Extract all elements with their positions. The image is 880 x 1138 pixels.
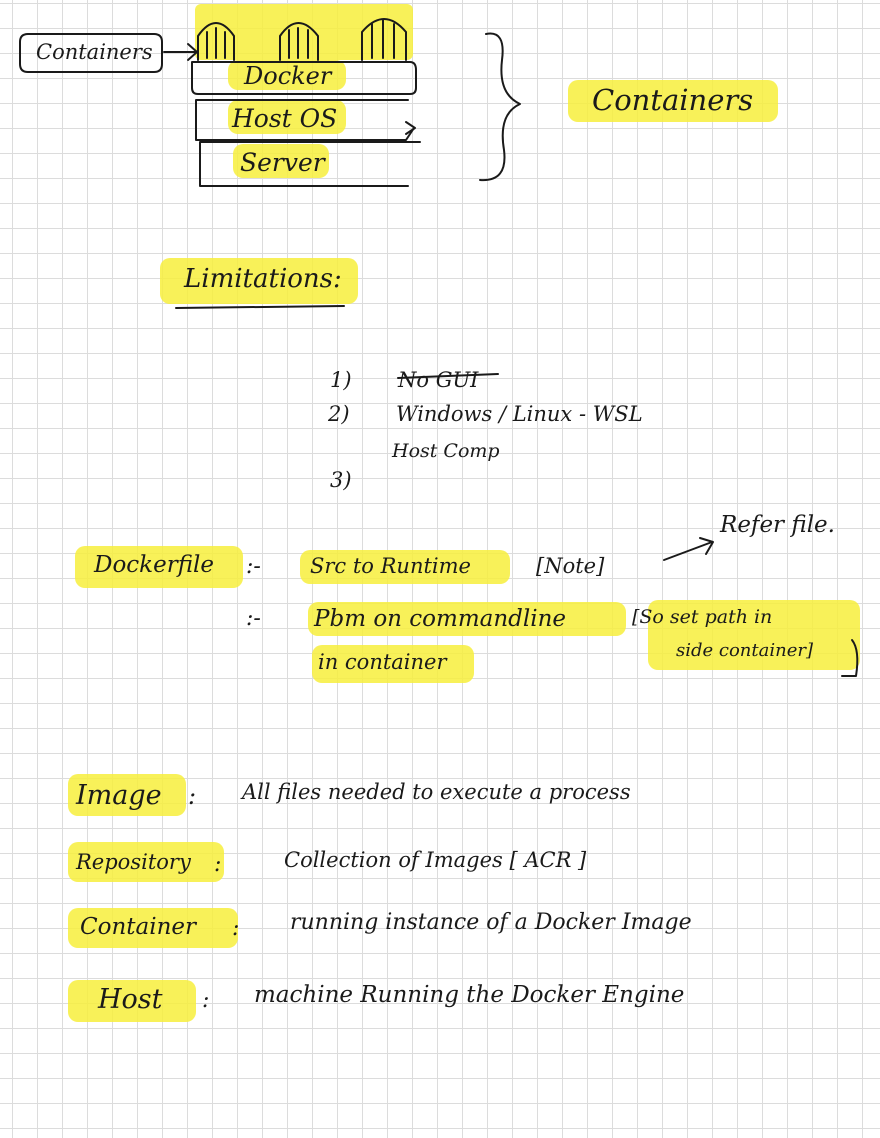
limitation-number: 1) — [330, 368, 352, 392]
dockerfile-separator: :- — [246, 606, 261, 631]
dockerfile-point-note: [So set path in — [632, 606, 773, 628]
definition-term: Image — [76, 780, 162, 811]
definition-term: Host — [98, 984, 163, 1015]
dockerfile-label: Dockerfile — [94, 552, 215, 578]
definition-term: Container — [80, 914, 196, 940]
definition-text: Collection of Images [ ACR ] — [284, 848, 587, 872]
dockerfile-point-text: in container — [318, 650, 447, 674]
limitation-number: 3) — [330, 468, 352, 492]
limitation-text: Windows / Linux - WSL — [396, 402, 643, 426]
callout-arrow — [163, 43, 198, 61]
brace-label: Containers — [592, 83, 754, 117]
docker-layer-label: Docker — [244, 62, 332, 90]
limitation-number: 2) — [328, 402, 350, 426]
dockerfile-point-note: side container] — [676, 640, 813, 661]
refer-arrow — [663, 537, 714, 561]
dockerfile-point-note: [Note] — [536, 554, 605, 578]
definition-text: machine Running the Docker Engine — [254, 982, 685, 1008]
definition-term: Repository — [76, 850, 191, 874]
refer-file-note: Refer file. — [720, 512, 835, 538]
definition-separator: : — [232, 916, 240, 941]
limitation-text: No GUI — [398, 368, 479, 392]
curly-brace — [479, 32, 521, 182]
definition-separator: : — [202, 988, 210, 1013]
dockerfile-separator: :- — [246, 554, 261, 579]
dockerfile-point-text: Src to Runtime — [310, 554, 471, 578]
limitation-subtext: Host Comp — [392, 440, 500, 462]
server-layer-label: Server — [240, 148, 325, 177]
definition-text: All files needed to execute a process — [242, 780, 631, 804]
dockerfile-point-text: Pbm on commandline — [314, 606, 567, 632]
callout-label: Containers — [36, 40, 153, 64]
definition-text: running instance of a Docker Image — [290, 910, 692, 935]
limitations-heading: Limitations: — [184, 264, 342, 294]
definition-separator: : — [188, 782, 197, 810]
heading-underline — [175, 305, 345, 309]
hostos-layer-label: Host OS — [232, 104, 338, 133]
definition-separator: : — [214, 852, 222, 877]
